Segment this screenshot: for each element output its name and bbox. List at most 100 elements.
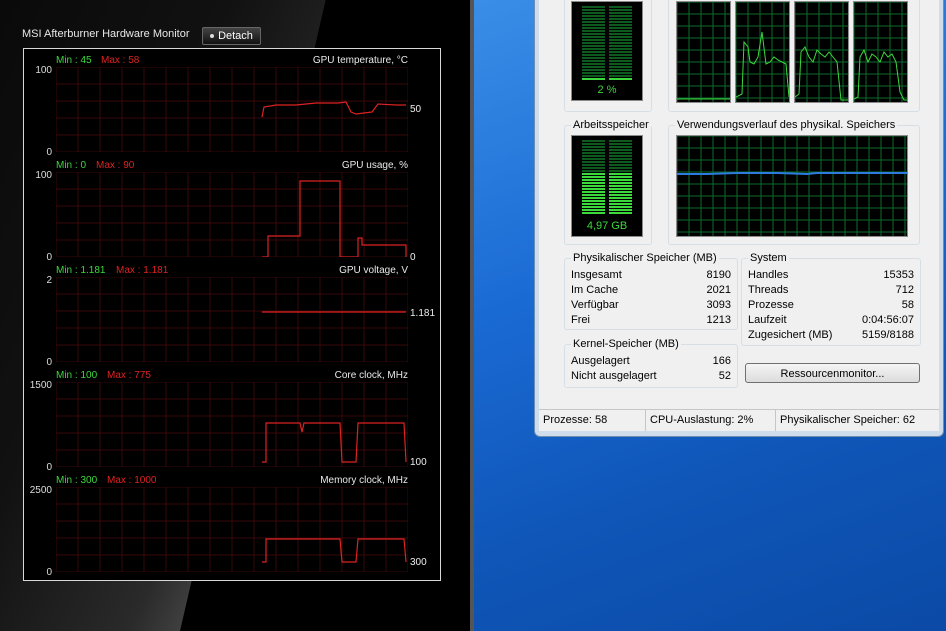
- meter-segment: [582, 182, 605, 184]
- meter-segment: [609, 152, 632, 154]
- msi-window-title: MSI Afterburner Hardware Monitor: [22, 28, 190, 40]
- detach-button[interactable]: Detach: [202, 27, 261, 45]
- meter-segment: [609, 173, 632, 175]
- graph-y-max: 2: [46, 275, 52, 286]
- meter-segment: [582, 9, 605, 11]
- meter-segment: [609, 158, 632, 160]
- row-value: 712: [895, 284, 914, 296]
- meter-segment: [609, 182, 632, 184]
- graph-title: Memory clock, MHz: [320, 475, 408, 486]
- meter-segment: [609, 48, 632, 50]
- meter-segment: [582, 78, 605, 80]
- meter-segment: [582, 212, 605, 214]
- graph-core-clock: Min : 100 Max : 775 Core clock, MHz 1500…: [24, 364, 440, 473]
- meter-segment: [609, 69, 632, 71]
- graph-min-label: Min : 1.181: [56, 265, 106, 276]
- meter-segment: [609, 72, 632, 74]
- row-value: 15353: [883, 269, 914, 281]
- resource-monitor-button[interactable]: Ressourcenmonitor...: [745, 363, 920, 383]
- cpu-history-plot-3: [794, 1, 848, 102]
- meter-segment: [582, 63, 605, 65]
- meter-segment: [609, 60, 632, 62]
- graph-line: [261, 101, 406, 118]
- meter-segment: [609, 161, 632, 163]
- graph-plot: [56, 487, 408, 572]
- meter-segment: [609, 6, 632, 8]
- meter-segment: [582, 161, 605, 163]
- meter-segment: [582, 54, 605, 56]
- meter-segment: [582, 203, 605, 205]
- detach-dot-icon: [210, 34, 215, 39]
- meter-segment: [609, 42, 632, 44]
- meter-segment: [609, 21, 632, 23]
- graph-max-label: Max : 1.181: [116, 265, 169, 276]
- meter-segment: [582, 48, 605, 50]
- meter-segment: [582, 200, 605, 202]
- graph-plot: [56, 382, 408, 467]
- physical-row-free: Frei 1213: [571, 314, 731, 328]
- memory-history-graph: [676, 135, 908, 237]
- meter-segment: [582, 12, 605, 14]
- row-value: 0:04:56:07: [862, 314, 914, 326]
- row-key: Handles: [748, 269, 789, 281]
- row-value: 58: [901, 299, 914, 311]
- meter-segment: [582, 27, 605, 29]
- meter-segment: [582, 66, 605, 68]
- physical-row-total: Insgesamt 8190: [571, 269, 731, 283]
- row-value: 52: [718, 370, 731, 382]
- graph-max-label: Max : 775: [107, 370, 151, 381]
- graph-grid: [56, 172, 408, 257]
- meter-segment: [582, 51, 605, 53]
- graph-y-min: 0: [46, 567, 52, 578]
- cpu-history-graph-3: [794, 1, 849, 103]
- meter-segment: [582, 155, 605, 157]
- row-key: Nicht ausgelagert: [571, 370, 657, 382]
- kernel-memory-label: Kernel-Speicher (MB): [571, 338, 681, 350]
- meter-segment: [582, 60, 605, 62]
- detach-button-label: Detach: [218, 30, 253, 42]
- cpu-history-plot-1: [676, 1, 730, 102]
- meter-segment: [609, 206, 632, 208]
- meter-segment: [582, 152, 605, 154]
- meter-segment: [582, 42, 605, 44]
- meter-segment: [582, 176, 605, 178]
- graph-y-max: 100: [35, 65, 52, 76]
- cpu-usage-meter: 2 %: [571, 1, 643, 101]
- meter-segment: [582, 170, 605, 172]
- meter-segment: [582, 194, 605, 196]
- meter-segment: [609, 194, 632, 196]
- meter-segment: [609, 155, 632, 157]
- graph-max-label: Max : 1000: [107, 475, 157, 486]
- msi-afterburner-window: MSI Afterburner Hardware Monitor Detach …: [0, 0, 474, 631]
- meter-segment: [609, 191, 632, 193]
- meter-segment: [609, 170, 632, 172]
- cpu-history-graph-1: [676, 1, 731, 103]
- graph-y-max: 1500: [29, 380, 52, 391]
- task-manager-content: 2 % Arbeitsspeicher 4,97 GB Verwendungsv…: [539, 0, 939, 431]
- cpu-history-graph-2: [735, 1, 790, 103]
- meter-segment: [582, 185, 605, 187]
- memory-label: Arbeitsspeicher: [571, 119, 651, 131]
- memory-history-label: Verwendungsverlauf des physikal. Speiche…: [675, 119, 898, 131]
- system-row-handles: Handles 15353: [748, 269, 914, 283]
- row-key: Laufzeit: [748, 314, 787, 326]
- meter-segment: [582, 15, 605, 17]
- row-value: 1213: [706, 314, 731, 326]
- graph-memory-clock: Min : 300 Max : 1000 Memory clock, MHz 2…: [24, 469, 440, 578]
- meter-segment: [609, 66, 632, 68]
- row-key: Frei: [571, 314, 590, 326]
- graph-gpu-voltage: Min : 1.181 Max : 1.181 GPU voltage, V 2…: [24, 259, 440, 368]
- row-key: Zugesichert (MB): [748, 329, 833, 341]
- meter-segment: [609, 24, 632, 26]
- graph-line: [262, 180, 407, 257]
- row-key: Im Cache: [571, 284, 619, 296]
- meter-segment: [609, 209, 632, 211]
- row-value: 166: [712, 355, 731, 367]
- meter-segment: [609, 75, 632, 77]
- status-bar: Prozesse: 58 CPU-Auslastung: 2% Physikal…: [539, 409, 939, 431]
- history-line: [853, 48, 907, 101]
- meter-segment: [609, 12, 632, 14]
- meter-segment: [609, 176, 632, 178]
- memory-history-group: Verwendungsverlauf des physikal. Speiche…: [668, 119, 920, 245]
- meter-segment: [582, 173, 605, 175]
